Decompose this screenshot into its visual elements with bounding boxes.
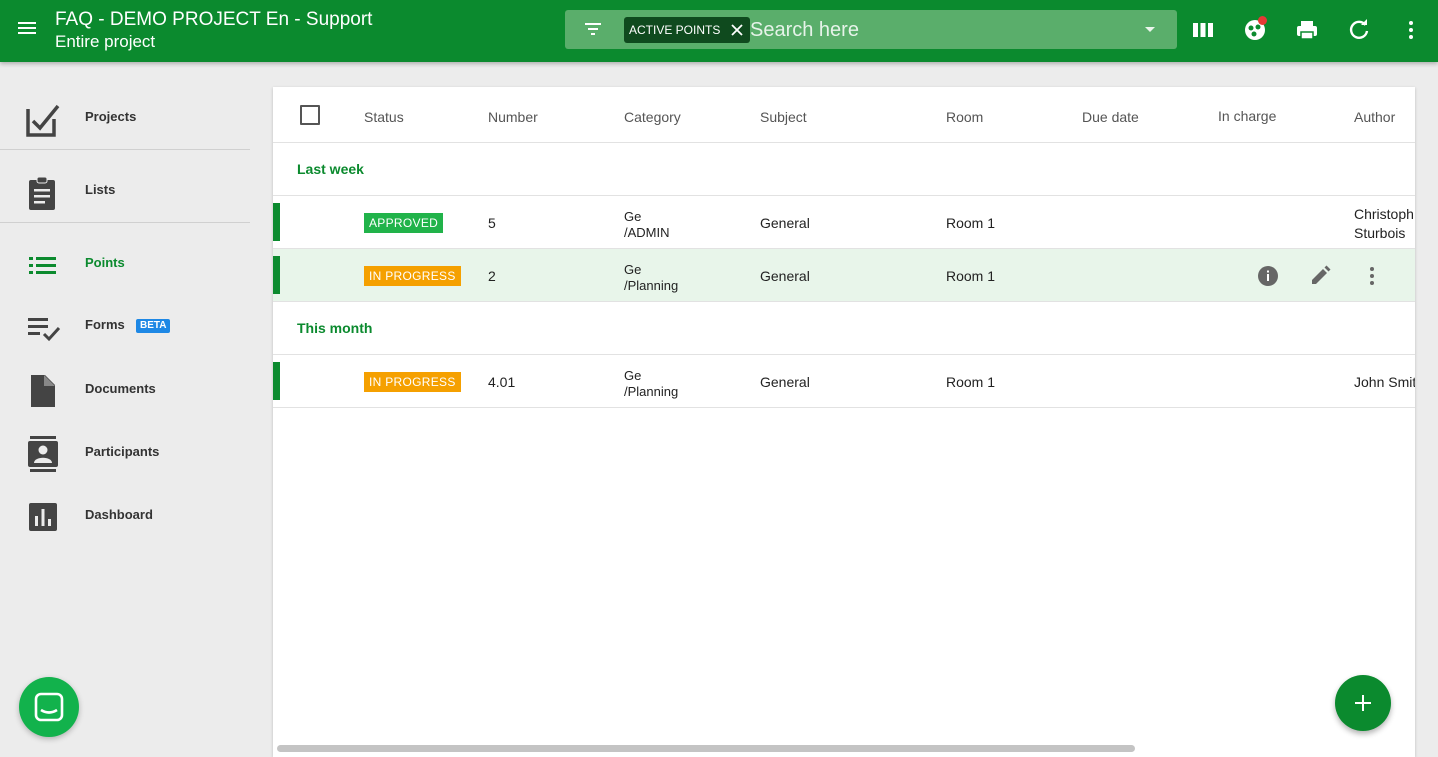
status-badge: IN PROGRESS xyxy=(364,372,461,392)
contacts-icon xyxy=(28,436,58,472)
sidebar-item-label: Documents xyxy=(85,381,156,396)
points-table-panel: Status Number Category Subject Room Due … xyxy=(273,87,1415,757)
sidebar-item-label: Lists xyxy=(85,182,116,197)
status-badge: IN PROGRESS xyxy=(364,266,461,286)
column-header-room[interactable]: Room xyxy=(946,109,983,125)
playlist-check-icon xyxy=(28,318,61,342)
sidebar-item-projects[interactable]: Projects xyxy=(0,92,250,142)
info-icon[interactable] xyxy=(1256,264,1280,288)
group-header: This month xyxy=(273,302,1415,355)
sidebar-item-forms[interactable]: Forms BETA xyxy=(0,300,250,350)
category-cell-line2: /Planning xyxy=(624,384,679,399)
sidebar-item-points[interactable]: Points xyxy=(0,238,250,288)
group-label: This month xyxy=(297,320,373,336)
sidebar-item-participants[interactable]: Participants xyxy=(0,427,250,477)
sidebar: Projects Lists Points Forms BETA Documen… xyxy=(0,62,250,757)
category-cell-line2: /Planning xyxy=(624,278,679,293)
author-cell-line1: John Smit xyxy=(1354,374,1415,390)
refresh-icon[interactable] xyxy=(1346,17,1372,43)
sidebar-item-dashboard[interactable]: Dashboard xyxy=(0,490,250,540)
number-cell: 2 xyxy=(488,268,496,284)
title-block: FAQ - DEMO PROJECT En - Support Entire p… xyxy=(55,8,372,52)
bar-chart-icon xyxy=(29,503,57,531)
number-cell: 5 xyxy=(488,215,496,231)
plus-icon xyxy=(1355,695,1371,711)
sidebar-item-lists[interactable]: Lists xyxy=(0,165,250,215)
column-header-due-date[interactable]: Due date xyxy=(1082,109,1139,125)
table-row[interactable]: IN PROGRESS 4.01 Ge /Planning General Ro… xyxy=(273,355,1415,408)
checkbox-pencil-icon xyxy=(26,104,60,137)
category-cell-line1: Ge xyxy=(624,262,642,277)
hamburger-menu-icon[interactable] xyxy=(14,19,40,43)
row-marker xyxy=(273,362,280,400)
sidebar-item-documents[interactable]: Documents xyxy=(0,364,250,414)
active-filter-chip[interactable]: ACTIVE POINTS xyxy=(624,17,751,43)
subject-cell: General xyxy=(760,268,810,284)
horizontal-scrollbar[interactable] xyxy=(277,745,1135,752)
beta-badge: BETA xyxy=(136,319,171,333)
group-label: Last week xyxy=(297,161,364,177)
select-all-checkbox[interactable] xyxy=(300,105,320,125)
sidebar-item-label: Dashboard xyxy=(85,507,153,522)
more-vert-icon[interactable] xyxy=(1360,264,1384,288)
search-input[interactable] xyxy=(750,18,1130,42)
table-row[interactable]: IN PROGRESS 2 Ge /Planning General Room … xyxy=(273,249,1415,302)
chat-icon xyxy=(34,692,64,722)
chat-launcher-button[interactable] xyxy=(19,677,79,737)
columns-icon[interactable] xyxy=(1190,17,1216,43)
room-cell: Room 1 xyxy=(946,215,996,231)
room-cell: Room 1 xyxy=(946,268,996,284)
clipboard-icon xyxy=(29,176,55,210)
chevron-down-icon[interactable] xyxy=(1145,27,1155,32)
more-vert-icon[interactable] xyxy=(1398,17,1424,43)
top-app-bar: FAQ - DEMO PROJECT En - Support Entire p… xyxy=(0,0,1438,62)
sidebar-item-label: Participants xyxy=(85,444,160,459)
category-cell-line1: Ge xyxy=(624,368,642,383)
sidebar-item-label: Points xyxy=(85,255,125,270)
row-marker xyxy=(273,256,280,294)
author-cell-line2: Sturbois xyxy=(1354,225,1406,241)
column-header-status[interactable]: Status xyxy=(364,109,404,125)
room-cell: Room 1 xyxy=(946,374,996,390)
filter-icon[interactable] xyxy=(583,21,603,37)
row-marker xyxy=(273,203,280,241)
number-cell: 4.01 xyxy=(488,374,516,390)
subject-cell: General xyxy=(760,215,810,231)
status-badge: APPROVED xyxy=(364,213,444,233)
add-point-button[interactable] xyxy=(1335,675,1391,731)
sidebar-item-label: Forms xyxy=(85,317,125,332)
category-cell-line2: /ADMIN xyxy=(624,225,670,240)
table-row[interactable]: APPROVED 5 Ge /ADMIN General Room 1 Chri… xyxy=(273,196,1415,249)
document-icon xyxy=(31,375,55,407)
close-icon[interactable] xyxy=(730,23,744,37)
column-header-in-charge[interactable]: In charge xyxy=(1218,108,1276,124)
author-cell-line1: Christoph xyxy=(1354,206,1414,222)
category-cell-line1: Ge xyxy=(624,209,642,224)
participants-status-icon[interactable] xyxy=(1242,16,1268,43)
group-header: Last week xyxy=(273,143,1415,196)
subject-cell: General xyxy=(760,374,810,390)
divider xyxy=(0,222,250,223)
print-icon[interactable] xyxy=(1294,17,1320,43)
column-header-category[interactable]: Category xyxy=(624,109,681,125)
edit-pencil-icon[interactable] xyxy=(1308,264,1332,288)
column-header-author[interactable]: Author xyxy=(1354,109,1395,125)
sidebar-item-label: Projects xyxy=(85,109,137,124)
list-icon xyxy=(29,257,56,274)
column-header-subject[interactable]: Subject xyxy=(760,109,807,125)
column-header-number[interactable]: Number xyxy=(488,109,538,125)
project-subtitle: Entire project xyxy=(55,32,156,51)
divider xyxy=(0,149,250,150)
project-title: FAQ - DEMO PROJECT En - Support xyxy=(55,9,373,30)
filter-chip-label: ACTIVE POINTS xyxy=(629,23,721,37)
table-header: Status Number Category Subject Room Due … xyxy=(273,87,1415,143)
search-bar[interactable]: ACTIVE POINTS xyxy=(565,10,1177,49)
notification-dot xyxy=(1258,16,1267,25)
